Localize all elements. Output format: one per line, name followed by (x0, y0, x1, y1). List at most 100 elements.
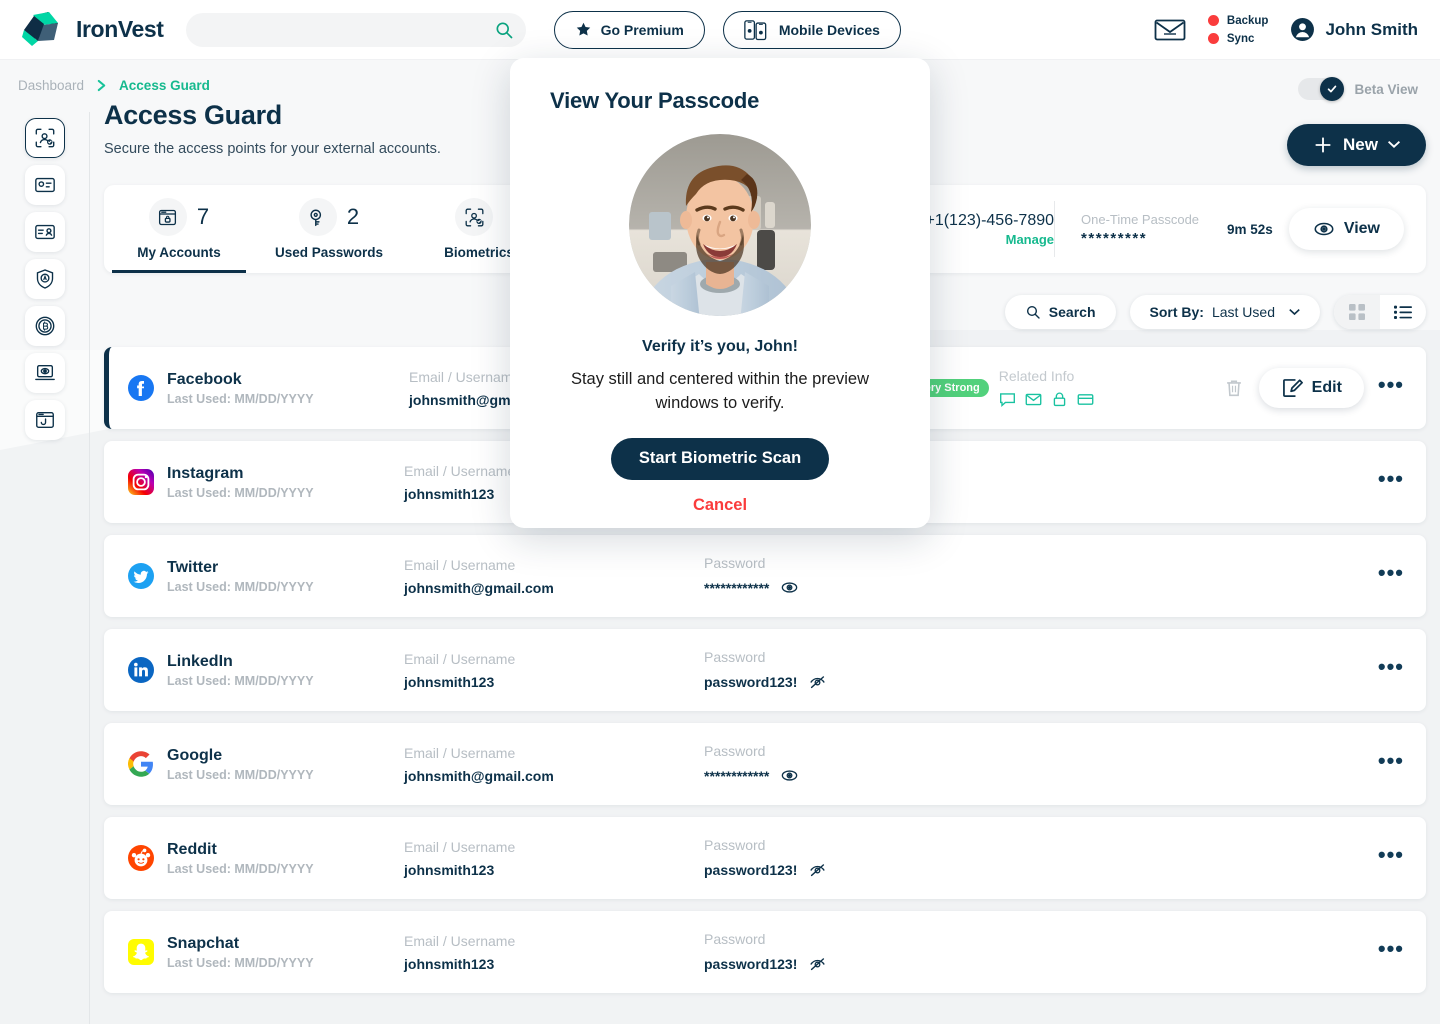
beta-view-toggle[interactable] (1298, 77, 1345, 101)
mobile-devices-label: Mobile Devices (778, 21, 880, 38)
breadcrumb-current[interactable]: Access Guard (119, 78, 210, 93)
browser-hook-icon (34, 409, 56, 431)
more-dots-icon[interactable]: ••• (1378, 468, 1404, 490)
card-icon[interactable] (1077, 391, 1094, 408)
tab-my-accounts[interactable]: 7 My Accounts (104, 185, 254, 273)
brand-name: Twitter (167, 558, 219, 576)
last-used: Last Used: MM/DD/YYYY (167, 955, 314, 970)
browser-lock-icon (148, 198, 187, 236)
note-icon[interactable] (999, 391, 1016, 408)
more-dots-icon[interactable]: ••• (1378, 938, 1404, 960)
table-row[interactable]: Reddit Last Used: MM/DD/YYYY Email / Use… (104, 817, 1426, 899)
search-input[interactable] (199, 22, 512, 37)
sidebar-item-phishing[interactable] (24, 400, 65, 440)
username-label: Email / Username (404, 838, 516, 855)
table-row[interactable]: Snapchat Last Used: MM/DD/YYYY Email / U… (104, 911, 1426, 993)
status-backup[interactable]: Backup (1207, 15, 1268, 27)
status-indicators: Backup Sync (1207, 15, 1269, 45)
manage-link[interactable]: Manage (1006, 232, 1054, 247)
view-passcode-button[interactable]: View (1288, 208, 1404, 250)
toggle-knob (1320, 77, 1345, 101)
tab-used-passwords[interactable]: 2 Used Passwords (254, 185, 404, 273)
sidebar-item-access-guard[interactable] (24, 118, 65, 158)
password-value: password123! (704, 861, 798, 878)
eye-off-icon[interactable] (808, 672, 827, 691)
search-icon (1025, 304, 1041, 320)
eye-icon (1313, 218, 1335, 240)
list-view-button[interactable] (1380, 295, 1426, 329)
eye-icon[interactable] (780, 766, 799, 785)
sidebar-item-crypto[interactable] (24, 306, 65, 346)
grid-view-button[interactable] (1334, 295, 1380, 329)
related-info-cell: Related Info (999, 368, 1094, 408)
eye-off-icon[interactable] (808, 860, 827, 879)
row-actions: ••• (1378, 562, 1426, 584)
sidebar-item-payment-cards[interactable] (24, 165, 65, 205)
modal-title: View Your Passcode (550, 88, 760, 113)
snapchat-icon (128, 939, 154, 965)
more-dots-icon[interactable]: ••• (1378, 750, 1404, 772)
id-card-icon (34, 221, 56, 243)
username-label: Email / Username (404, 932, 516, 949)
sidebar-item-identity[interactable] (24, 212, 65, 252)
mobile-devices-button[interactable]: Mobile Devices (722, 10, 901, 49)
star-icon (575, 21, 592, 38)
eye-off-icon[interactable] (808, 954, 827, 973)
row-actions: ••• (1378, 468, 1426, 490)
otp-label: One-Time Passcode (1081, 211, 1200, 227)
sidebar-item-shield[interactable] (24, 259, 65, 299)
list-view-icon (1394, 305, 1412, 320)
grid-view-icon (1349, 304, 1365, 320)
row-brand: Instagram Last Used: MM/DD/YYYY (104, 465, 404, 500)
eye-icon[interactable] (780, 578, 799, 597)
lock-key-icon (298, 198, 337, 236)
username-cell: Email / Username johnsmith@gmail.com (404, 745, 704, 784)
view-passcode-label: View (1343, 220, 1380, 237)
breadcrumb-dashboard[interactable]: Dashboard (18, 78, 84, 93)
username-cell: Email / Username johnsmith123 (404, 839, 704, 878)
more-dots-icon[interactable]: ••• (1378, 562, 1404, 584)
logo-text: IronVest (76, 16, 164, 42)
password-cell: Password ************ (704, 555, 1004, 597)
last-used: Last Used: MM/DD/YYYY (167, 485, 314, 500)
more-dots-icon[interactable]: ••• (1378, 374, 1404, 396)
sidebar-item-privacy[interactable] (24, 353, 65, 393)
global-search[interactable] (185, 12, 526, 47)
user-circle-icon (1290, 17, 1315, 42)
left-sidebar (0, 112, 90, 1024)
google-icon (128, 751, 154, 777)
username-label: Email / Username (404, 650, 516, 667)
password-cell: Password password123! (704, 837, 1004, 879)
go-premium-button[interactable]: Go Premium (553, 10, 705, 49)
new-button[interactable]: New (1287, 124, 1426, 166)
table-row[interactable]: Google Last Used: MM/DD/YYYY Email / Use… (104, 723, 1426, 805)
sort-by-dropdown[interactable]: Sort By: Last Used (1129, 295, 1320, 329)
table-row[interactable]: LinkedIn Last Used: MM/DD/YYYY Email / U… (104, 629, 1426, 711)
username-value: johnsmith@gmail.com (404, 767, 554, 784)
brand-name: LinkedIn (167, 652, 233, 670)
logo[interactable]: IronVest (18, 10, 164, 50)
table-row[interactable]: Twitter Last Used: MM/DD/YYYY Email / Us… (104, 535, 1426, 617)
phone-number: +1(123)-456-7890 (925, 211, 1055, 229)
trash-icon[interactable] (1223, 377, 1245, 399)
envelope-icon[interactable] (1154, 18, 1186, 42)
password-value: password123! (704, 955, 798, 972)
tab-used-passwords-label: Used Passwords (274, 245, 384, 260)
search-icon[interactable] (494, 20, 514, 40)
lock-icon[interactable] (1051, 391, 1068, 408)
app-root: IronVest Go Premium Mobile Devices Backu… (0, 0, 1440, 1024)
more-dots-icon[interactable]: ••• (1378, 656, 1404, 678)
username-cell: Email / Username johnsmith@gmail.com (404, 557, 704, 596)
cancel-button[interactable]: Cancel (550, 496, 890, 515)
status-sync[interactable]: Sync (1207, 33, 1269, 45)
start-biometric-scan-button[interactable]: Start Biometric Scan (611, 437, 829, 480)
user-menu[interactable]: John Smith (1290, 17, 1418, 42)
search-button[interactable]: Search (1004, 295, 1116, 329)
brand-name: Facebook (167, 370, 242, 388)
edit-button[interactable]: Edit (1258, 368, 1364, 408)
row-brand: Reddit Last Used: MM/DD/YYYY (104, 841, 404, 876)
email-icon[interactable] (1025, 391, 1042, 408)
beta-view-label: Beta View (1354, 81, 1418, 97)
more-dots-icon[interactable]: ••• (1378, 844, 1404, 866)
last-used: Last Used: MM/DD/YYYY (167, 767, 314, 782)
